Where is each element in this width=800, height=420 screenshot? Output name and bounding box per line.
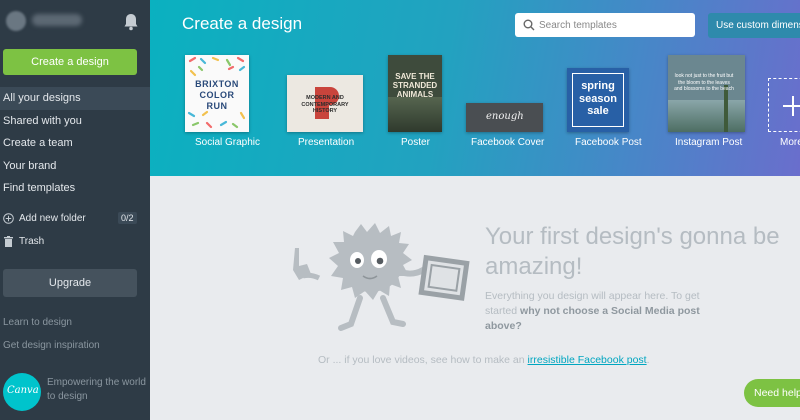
user-row[interactable] <box>0 0 150 44</box>
sidebar: Create a design All your designs Shared … <box>0 0 158 420</box>
mascot-illustration <box>293 223 470 331</box>
empty-state-description: Everything you design will appear here. … <box>485 289 725 334</box>
search-input[interactable] <box>539 17 689 33</box>
add-folder-label: Add new folder <box>19 213 86 224</box>
thumb-facebook-post[interactable]: spring season sale <box>567 68 629 132</box>
create-design-button[interactable]: Create a design <box>3 49 137 75</box>
trash-label: Trash <box>19 236 45 247</box>
upgrade-button[interactable]: Upgrade <box>3 269 137 297</box>
plus-circle-icon <box>3 213 14 224</box>
thumb-social-graphic[interactable]: BRIXTON COLOR RUN <box>185 55 249 132</box>
tile-label-facebook-post[interactable]: Facebook Post <box>575 137 642 148</box>
poster-bg-trees <box>388 97 442 132</box>
page-title: Create a design <box>182 14 303 33</box>
avatar[interactable] <box>6 11 26 31</box>
trash-icon <box>4 236 13 247</box>
search-icon <box>523 19 535 31</box>
search-box[interactable] <box>515 13 695 37</box>
poster-thumb-text: SAVE THE STRANDED ANIMALS <box>392 72 438 99</box>
presentation-thumb-text: MODERN AND CONTEMPORARY HISTORY <box>301 95 349 114</box>
canva-logo[interactable]: Canva <box>3 373 41 411</box>
thumb-instagram-post[interactable]: look not just to the fruit but the bloom… <box>668 55 745 132</box>
learn-to-design-link[interactable]: Learn to design <box>3 317 72 328</box>
video-line-prefix: Or ... if you love videos, see how to ma… <box>318 354 528 366</box>
sidebar-item-shared[interactable]: Shared with you <box>0 110 150 133</box>
tile-label-presentation[interactable]: Presentation <box>298 137 354 148</box>
tagline: Empowering the world to design <box>47 377 146 402</box>
tile-label-facebook-cover[interactable]: Facebook Cover <box>471 137 544 148</box>
facebook-post-thumb-text: spring season sale <box>579 80 617 117</box>
video-line-suffix: . <box>646 354 650 366</box>
instagram-bg-sea <box>668 100 745 132</box>
sidebar-item-all-designs[interactable]: All your designs <box>0 87 158 110</box>
facebook-cover-thumb-text: enough <box>486 111 524 122</box>
tile-label-instagram-post[interactable]: Instagram Post <box>675 137 742 148</box>
create-design-header: Create a design Use custom dimensions BR… <box>150 0 800 176</box>
sidebar-item-create-team[interactable]: Create a team <box>0 132 150 155</box>
tile-label-more[interactable]: More <box>780 137 800 148</box>
tile-label-poster[interactable]: Poster <box>401 137 430 148</box>
sidebar-nav: All your designs Shared with you Create … <box>0 87 158 200</box>
empty-state-title: Your first design's gonna be amazing! <box>485 223 780 280</box>
sidebar-item-find-templates[interactable]: Find templates <box>0 177 150 200</box>
username-blurred <box>32 14 82 26</box>
add-folder-row[interactable]: Add new folder 0/2 <box>0 210 150 228</box>
bell-icon[interactable] <box>123 13 139 31</box>
folder-count-badge: 0/2 <box>118 212 137 224</box>
trash-row[interactable]: Trash <box>0 234 150 250</box>
thumb-more[interactable] <box>768 78 800 132</box>
thumb-poster[interactable]: SAVE THE STRANDED ANIMALS <box>388 55 442 132</box>
thumb-presentation[interactable]: MODERN AND CONTEMPORARY HISTORY <box>287 75 363 132</box>
thumb-facebook-cover[interactable]: enough <box>466 103 543 132</box>
canva-logo-text: Canva <box>7 385 39 396</box>
custom-dimensions-button[interactable]: Use custom dimensions <box>708 13 800 38</box>
instagram-thumb-text: look not just to the fruit but the bloom… <box>674 73 734 92</box>
design-inspiration-link[interactable]: Get design inspiration <box>3 340 100 351</box>
plus-icon <box>783 96 800 116</box>
tile-label-social-graphic[interactable]: Social Graphic <box>195 137 260 148</box>
facebook-post-video-link[interactable]: irresistible Facebook post <box>528 354 647 366</box>
sidebar-item-your-brand[interactable]: Your brand <box>0 155 150 178</box>
social-graphic-thumb-text: BRIXTON COLOR RUN <box>195 79 239 111</box>
video-line: Or ... if you love videos, see how to ma… <box>318 354 650 366</box>
need-help-button[interactable]: Need help <box>744 379 800 407</box>
